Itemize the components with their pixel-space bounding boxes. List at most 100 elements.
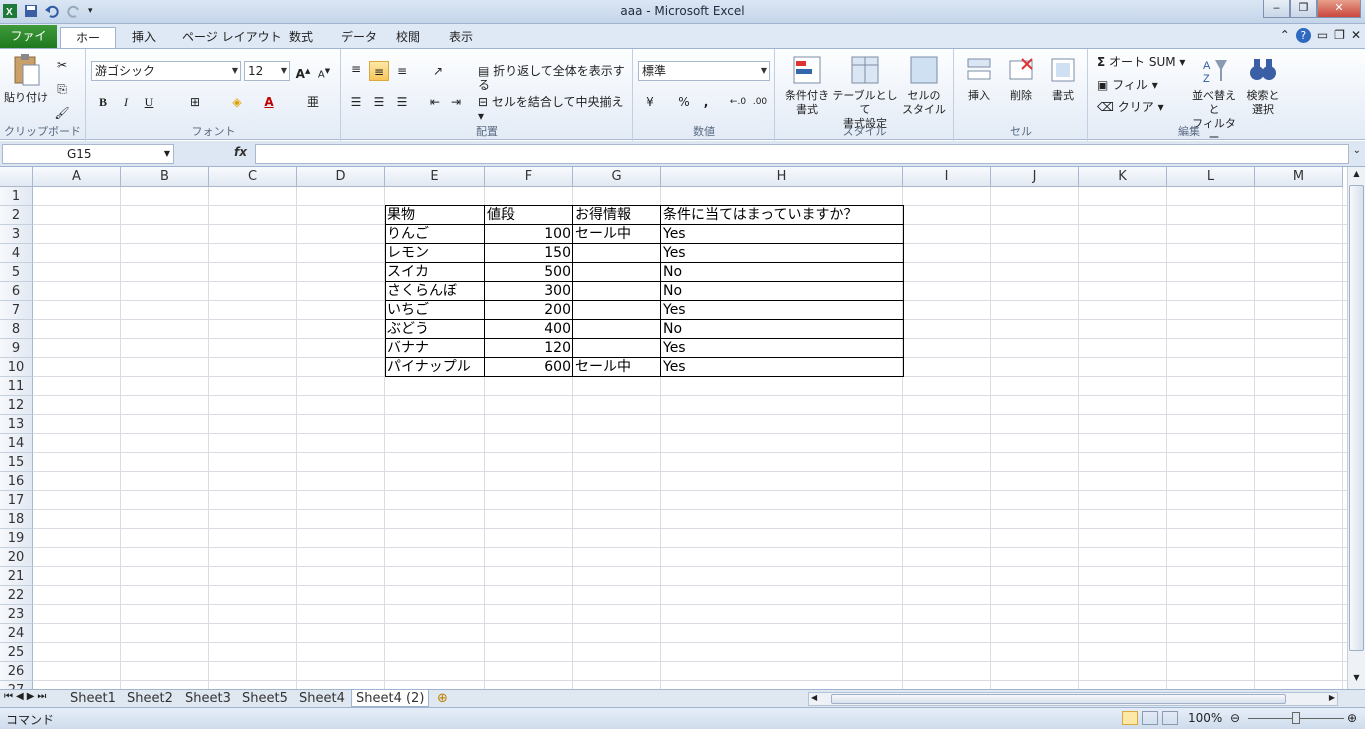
insert-cells-button[interactable]: 挿入 bbox=[959, 55, 999, 103]
sheet-tab[interactable]: Sheet3 bbox=[181, 690, 235, 707]
increase-decimal-icon[interactable]: ←.0 bbox=[728, 92, 748, 112]
name-box[interactable]: G15 ▼ bbox=[2, 144, 174, 164]
horizontal-scrollbar[interactable]: ◀ ▶ bbox=[808, 692, 1338, 706]
align-middle-icon[interactable]: ≡ bbox=[369, 61, 389, 81]
row-header[interactable]: 13 bbox=[0, 415, 33, 434]
row-header[interactable]: 8 bbox=[0, 320, 33, 339]
table-cell[interactable] bbox=[573, 339, 661, 358]
table-cell[interactable] bbox=[573, 320, 661, 339]
row-header[interactable]: 4 bbox=[0, 244, 33, 263]
table-cell[interactable] bbox=[573, 244, 661, 263]
column-header[interactable]: H bbox=[661, 167, 903, 187]
find-select-button[interactable]: 検索と 選択 bbox=[1241, 55, 1285, 117]
workbook-restore-icon[interactable]: ❐ bbox=[1334, 28, 1345, 43]
zoom-slider-thumb[interactable] bbox=[1292, 712, 1300, 724]
row-header[interactable]: 15 bbox=[0, 453, 33, 472]
table-header-cell[interactable]: 値段 bbox=[485, 206, 573, 225]
table-cell[interactable]: 300 bbox=[485, 282, 573, 301]
wrap-text-button[interactable]: ▤ 折り返して全体を表示する bbox=[478, 64, 632, 92]
column-header[interactable]: C bbox=[209, 167, 297, 187]
percent-button[interactable]: % bbox=[674, 92, 694, 112]
format-as-table-button[interactable]: テーブルとして 書式設定 bbox=[832, 55, 898, 131]
sheet-tab[interactable]: Sheet4 bbox=[295, 690, 349, 707]
row-header[interactable]: 5 bbox=[0, 263, 33, 282]
row-header[interactable]: 17 bbox=[0, 491, 33, 510]
maximize-button[interactable]: ❐ bbox=[1290, 0, 1317, 18]
font-name-combo[interactable]: 游ゴシック ▼ bbox=[91, 61, 241, 81]
grow-font-icon[interactable]: A▲ bbox=[293, 61, 313, 81]
column-header[interactable]: J bbox=[991, 167, 1079, 187]
table-cell[interactable]: 400 bbox=[485, 320, 573, 339]
borders-icon[interactable]: ⊞ bbox=[185, 92, 205, 112]
close-button[interactable]: ✕ bbox=[1317, 0, 1361, 18]
table-cell[interactable]: レモン bbox=[385, 244, 485, 263]
sheet-tab-active[interactable]: Sheet4 (2) bbox=[351, 690, 430, 707]
row-header[interactable]: 21 bbox=[0, 567, 33, 586]
row-header[interactable]: 14 bbox=[0, 434, 33, 453]
copy-icon[interactable]: ⎘ bbox=[52, 79, 72, 99]
tab-review[interactable]: 校閲 bbox=[386, 27, 430, 48]
page-break-view-icon[interactable] bbox=[1162, 711, 1178, 725]
table-cell[interactable] bbox=[573, 263, 661, 282]
row-header[interactable]: 16 bbox=[0, 472, 33, 491]
workbook-close-icon[interactable]: ✕ bbox=[1351, 28, 1361, 43]
row-header[interactable]: 1 bbox=[0, 187, 33, 206]
column-header[interactable]: I bbox=[903, 167, 991, 187]
shrink-font-icon[interactable]: A▼ bbox=[314, 61, 334, 81]
row-header[interactable]: 2 bbox=[0, 206, 33, 225]
workbook-minimize-icon[interactable]: ▭ bbox=[1317, 28, 1328, 43]
row-header[interactable]: 9 bbox=[0, 339, 33, 358]
column-header[interactable]: D bbox=[297, 167, 385, 187]
table-cell[interactable]: Yes bbox=[661, 358, 903, 377]
vertical-scroll-thumb[interactable] bbox=[1349, 185, 1364, 651]
scroll-down-icon[interactable]: ▼ bbox=[1349, 673, 1364, 687]
zoom-in-icon[interactable]: ⊕ bbox=[1347, 711, 1357, 725]
table-header-cell[interactable]: 条件に当てはまっていますか？ bbox=[661, 206, 903, 225]
table-cell[interactable]: 150 bbox=[485, 244, 573, 263]
table-cell[interactable]: Yes bbox=[661, 339, 903, 358]
column-header[interactable]: M bbox=[1255, 167, 1343, 187]
table-cell[interactable]: No bbox=[661, 320, 903, 339]
column-header[interactable]: G bbox=[573, 167, 661, 187]
table-cell[interactable]: 200 bbox=[485, 301, 573, 320]
table-cell[interactable]: セール中 bbox=[573, 358, 661, 377]
tab-data[interactable]: データ bbox=[331, 27, 387, 48]
tab-view[interactable]: 表示 bbox=[439, 27, 483, 48]
table-cell[interactable]: Yes bbox=[661, 225, 903, 244]
expand-formula-icon[interactable]: ⌄ bbox=[1353, 145, 1361, 156]
bold-button[interactable]: B bbox=[93, 92, 113, 112]
font-color-icon[interactable]: A bbox=[259, 92, 279, 112]
row-header[interactable]: 22 bbox=[0, 586, 33, 605]
horizontal-scroll-thumb[interactable] bbox=[831, 694, 1286, 704]
minimize-ribbon-icon[interactable]: ⌃ bbox=[1280, 28, 1290, 43]
row-header[interactable]: 20 bbox=[0, 548, 33, 567]
align-left-icon[interactable]: ☰ bbox=[346, 92, 366, 112]
insert-function-icon[interactable]: fx bbox=[234, 145, 247, 159]
table-cell[interactable]: 120 bbox=[485, 339, 573, 358]
table-cell[interactable]: パイナップル bbox=[385, 358, 485, 377]
table-cell[interactable]: さくらんぼ bbox=[385, 282, 485, 301]
zoom-level[interactable]: 100% bbox=[1188, 711, 1222, 725]
row-header[interactable]: 23 bbox=[0, 605, 33, 624]
sheet-nav-arrows[interactable]: ⏮◀▶⏭ bbox=[4, 691, 49, 702]
tab-insert[interactable]: 挿入 bbox=[122, 27, 166, 48]
column-header[interactable]: E bbox=[385, 167, 485, 187]
column-header[interactable]: B bbox=[121, 167, 209, 187]
row-header[interactable]: 10 bbox=[0, 358, 33, 377]
comma-button[interactable]: , bbox=[696, 92, 716, 112]
table-cell[interactable]: No bbox=[661, 282, 903, 301]
minimize-button[interactable]: ‒ bbox=[1263, 0, 1290, 18]
zoom-out-icon[interactable]: ⊖ bbox=[1230, 711, 1240, 725]
tab-formulas[interactable]: 数式 bbox=[279, 27, 323, 48]
fill-button[interactable]: ▣ フィル ▾ bbox=[1097, 78, 1158, 92]
scroll-right-icon[interactable]: ▶ bbox=[1329, 693, 1335, 702]
sheet-tab[interactable]: Sheet1 bbox=[66, 690, 120, 707]
row-header[interactable]: 27 bbox=[0, 681, 33, 689]
currency-icon[interactable]: ¥ bbox=[640, 92, 660, 112]
table-cell[interactable]: No bbox=[661, 263, 903, 282]
tab-page-layout[interactable]: ページ レイアウト bbox=[172, 27, 292, 48]
increase-indent-icon[interactable]: ⇥ bbox=[446, 92, 466, 112]
table-cell[interactable]: Yes bbox=[661, 301, 903, 320]
row-header[interactable]: 26 bbox=[0, 662, 33, 681]
vertical-scrollbar[interactable]: ▲ ▼ bbox=[1347, 167, 1365, 689]
